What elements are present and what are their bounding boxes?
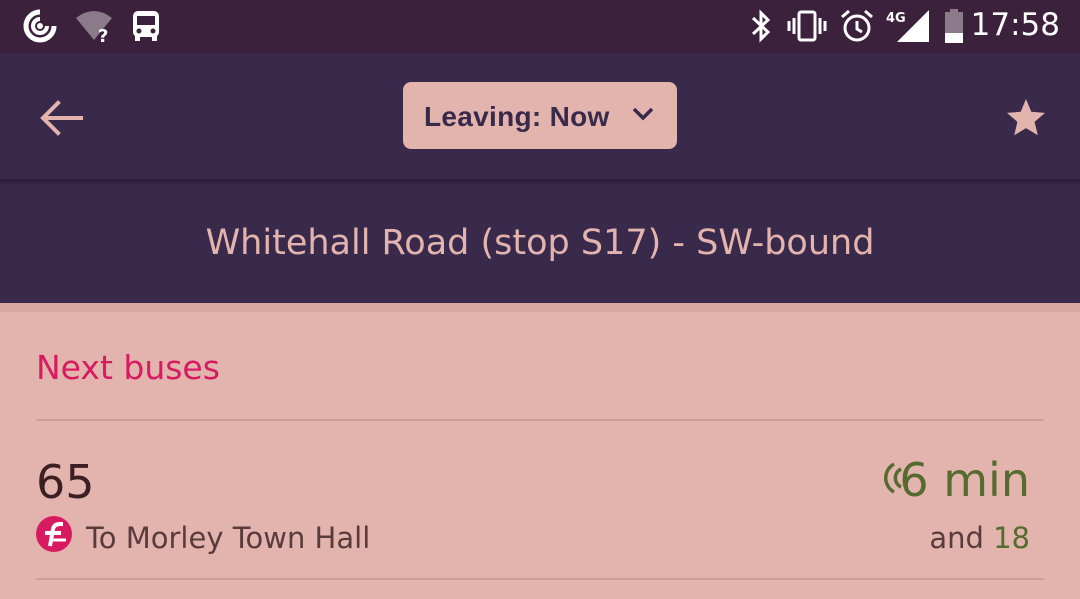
- eta-time: 6 min: [899, 453, 1030, 507]
- arrow-left-icon[interactable]: [36, 95, 86, 141]
- next-buses-card: Next buses 65 To Morley Town Hall 6 min …: [0, 312, 1080, 599]
- alarm-icon: [841, 9, 873, 42]
- leaving-time-dropdown[interactable]: Leaving: Now: [403, 82, 677, 149]
- section-title: Next buses: [36, 348, 220, 387]
- departure-row[interactable]: 65 To Morley Town Hall 6 min and 18: [0, 421, 1080, 578]
- bus-notification-icon: [133, 11, 159, 41]
- first-bus-logo-icon: [36, 516, 72, 552]
- destination: To Morley Town Hall: [86, 521, 371, 555]
- stop-header: Whitehall Road (stop S17) - SW-bound: [0, 185, 1080, 303]
- wifi-unknown-icon: ?: [76, 11, 112, 44]
- leaving-time-label: Leaving: Now: [424, 101, 610, 132]
- bluetooth-icon: [751, 9, 771, 43]
- route-number: 65: [36, 455, 95, 509]
- divider: [36, 578, 1044, 580]
- signal-4g-icon: 4G: [886, 10, 929, 42]
- network-type-label: 4G: [886, 11, 906, 26]
- chevron-down-icon: [632, 107, 654, 121]
- svg-text:?: ?: [98, 26, 108, 44]
- data-saver-icon: [23, 9, 57, 43]
- next-departure-minutes: 18: [993, 521, 1030, 555]
- status-bar: ? 4G 17:58: [0, 0, 1080, 53]
- section-divider: [0, 303, 1080, 312]
- battery-icon: [945, 9, 963, 43]
- stop-name: Whitehall Road (stop S17) - SW-bound: [205, 223, 875, 263]
- app-bar: Leaving: Now: [0, 53, 1080, 179]
- status-time: 17:58: [970, 7, 1060, 43]
- vibrate-icon: [787, 10, 827, 42]
- star-icon[interactable]: [1002, 94, 1050, 142]
- next-departure: and 18: [929, 521, 1030, 555]
- and-label: and: [929, 521, 984, 555]
